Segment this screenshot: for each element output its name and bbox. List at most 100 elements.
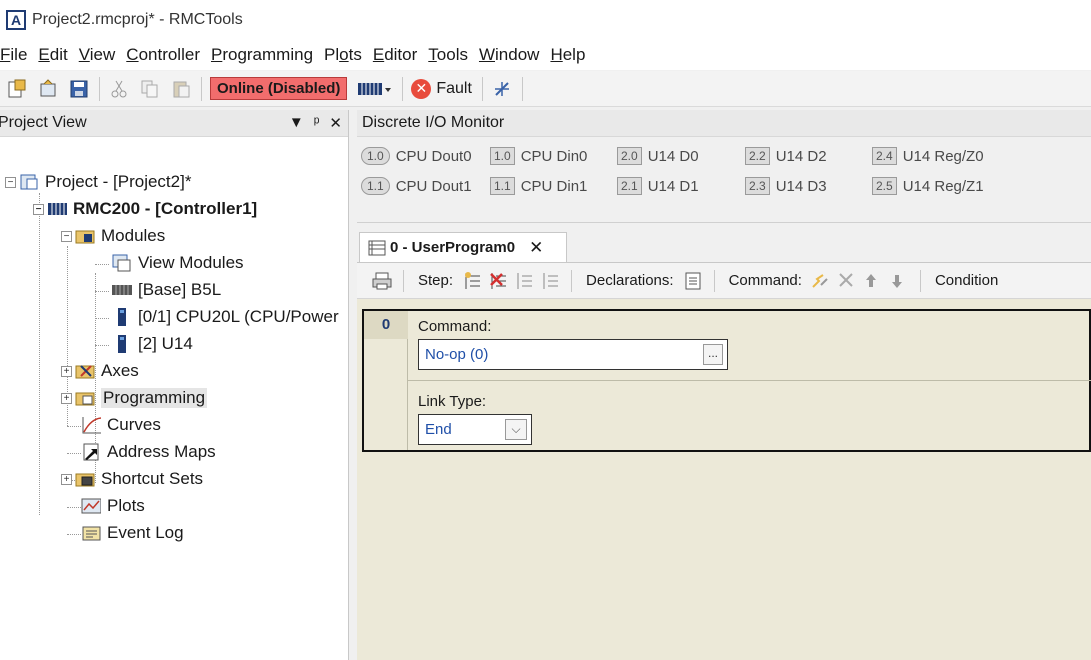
tree-item-event-log[interactable]: Event Log: [81, 521, 184, 545]
toolbar-separator: [919, 269, 921, 292]
app-logo-icon: A: [6, 10, 26, 30]
tab-userprogram0[interactable]: 0 - UserProgram0 ✕: [359, 232, 567, 262]
insert-command-icon[interactable]: [810, 270, 832, 292]
menu-tools[interactable]: Tools: [428, 45, 479, 65]
io-item[interactable]: 2.4 U14 Reg/Z0: [872, 147, 984, 165]
tree-item-cpu[interactable]: [0/1] CPU20L (CPU/Power: [112, 305, 339, 329]
menu-edit[interactable]: Edit: [38, 45, 78, 65]
tree-item-project[interactable]: − Project - [Project2]*: [5, 170, 191, 194]
fault-button[interactable]: ✕ Fault: [411, 78, 472, 99]
controller-tree-icon: [47, 200, 67, 218]
paste-icon[interactable]: [170, 78, 192, 100]
io-item[interactable]: 2.0 U14 D0: [617, 147, 699, 165]
io-item[interactable]: 1.0 CPU Dout0: [361, 147, 472, 165]
io-item[interactable]: 1.0 CPU Din0: [490, 147, 587, 165]
io-badge: 2.4: [872, 147, 897, 165]
io-badge: 2.0: [617, 147, 642, 165]
move-command-down-icon[interactable]: [888, 270, 910, 292]
new-project-icon[interactable]: [6, 78, 28, 100]
close-panel-icon[interactable]: ✕: [329, 114, 342, 132]
toolbar-separator: [481, 76, 483, 101]
move-step-down-icon[interactable]: [539, 270, 561, 292]
toolbar-separator: [403, 269, 404, 292]
program-editor: Step: Declarations: Command: Condition 0…: [357, 262, 1091, 660]
open-project-icon[interactable]: [37, 78, 59, 100]
command-field[interactable]: No-op (0) ...: [418, 339, 728, 370]
toolbar-separator: [99, 76, 100, 101]
io-item[interactable]: 1.1 CPU Din1: [490, 177, 587, 195]
panel-dropdown-icon[interactable]: ▼: [289, 114, 304, 132]
project-view-panel: Project View ▼ ᵖ ✕ − Project - [Project2…: [0, 110, 349, 660]
step-number[interactable]: 0: [364, 311, 408, 339]
move-step-up-icon[interactable]: [513, 270, 535, 292]
collapse-icon[interactable]: −: [5, 176, 16, 188]
tree-item-controller[interactable]: − RMC200 - [Controller1]: [33, 197, 257, 221]
project-icon: [19, 173, 39, 191]
toolbar-separator: [201, 76, 202, 101]
tree-item-address-maps[interactable]: Address Maps: [81, 440, 216, 464]
insert-step-icon[interactable]: [461, 270, 483, 292]
declarations-icon[interactable]: [682, 270, 704, 292]
menu-view[interactable]: View: [79, 45, 127, 65]
io-item[interactable]: 1.1 CPU Dout1: [361, 177, 472, 195]
menu-controller[interactable]: Controller: [126, 45, 211, 65]
step-number-column: 0: [364, 311, 408, 450]
tree-item-curves[interactable]: Curves: [81, 413, 161, 437]
cut-icon[interactable]: [108, 78, 130, 100]
tree-item-base[interactable]: [Base] B5L: [112, 278, 221, 302]
tools-icon[interactable]: [491, 78, 513, 100]
link-type-select[interactable]: End ⌵: [418, 414, 532, 445]
cpu-module-icon: [112, 308, 132, 326]
menu-editor[interactable]: Editor: [373, 45, 428, 65]
io-badge: 2.2: [745, 147, 770, 165]
expand-icon[interactable]: +: [61, 365, 72, 377]
menu-window[interactable]: Window: [479, 45, 550, 65]
delete-step-icon[interactable]: [487, 270, 509, 292]
save-icon[interactable]: [68, 78, 90, 100]
step-0: 0 Command: No-op (0) ... Link Type: End …: [362, 309, 1091, 452]
io-badge: 2.5: [872, 177, 897, 195]
collapse-icon[interactable]: −: [33, 203, 44, 215]
tree-item-u14[interactable]: [2] U14: [112, 332, 193, 356]
menu-help[interactable]: Help: [550, 45, 596, 65]
chevron-down-icon[interactable]: ⌵: [505, 419, 527, 440]
io-item[interactable]: 2.1 U14 D1: [617, 177, 699, 195]
main-toolbar: Online (Disabled) ✕ Fault: [0, 71, 1091, 107]
io-badge: 2.1: [617, 177, 642, 195]
link-type-label: Link Type:: [418, 393, 487, 410]
io-item[interactable]: 2.5 U14 Reg/Z1: [872, 177, 984, 195]
collapse-icon[interactable]: −: [61, 230, 72, 242]
title-bar: A Project2.rmcproj* - RMCTools: [0, 0, 1091, 40]
discrete-io-monitor: Discrete I/O Monitor 1.0 CPU Dout0 1.0 CPU…: [357, 110, 1091, 223]
menu-file[interactable]: File: [0, 45, 38, 65]
menu-plots[interactable]: Plots: [324, 45, 373, 65]
io-module-icon: [112, 335, 132, 353]
expand-icon[interactable]: +: [61, 473, 72, 485]
move-command-up-icon[interactable]: [862, 270, 884, 292]
fault-label: Fault: [436, 79, 472, 97]
online-disabled-button[interactable]: Online (Disabled): [210, 77, 348, 100]
pin-icon[interactable]: ᵖ: [314, 114, 320, 132]
io-item[interactable]: 2.3 U14 D3: [745, 177, 827, 195]
menu-programming[interactable]: Programming: [211, 45, 324, 65]
tree-item-modules[interactable]: − Modules: [61, 224, 165, 248]
expand-icon[interactable]: +: [61, 392, 72, 404]
copy-icon[interactable]: [139, 78, 161, 100]
tree-item-programming[interactable]: + Programming: [61, 386, 208, 410]
view-modules-icon: [112, 254, 132, 272]
discrete-io-title: Discrete I/O Monitor: [357, 110, 1091, 137]
tree-item-axes[interactable]: + Axes: [61, 359, 139, 383]
tree-item-shortcut-sets[interactable]: + Shortcut Sets: [61, 467, 203, 491]
io-item[interactable]: 2.2 U14 D2: [745, 147, 827, 165]
delete-command-icon[interactable]: [836, 270, 858, 292]
tree-item-view-modules[interactable]: View Modules: [112, 251, 244, 275]
command-field-label: Command:: [418, 318, 492, 335]
tree-item-plots[interactable]: Plots: [81, 494, 145, 518]
tab-label: 0 - UserProgram0: [390, 239, 516, 256]
close-tab-icon[interactable]: ✕: [529, 238, 543, 258]
controller-icon[interactable]: [357, 78, 393, 100]
base-module-icon: [112, 281, 132, 299]
print-icon[interactable]: [371, 270, 393, 292]
io-badge: 2.3: [745, 177, 770, 195]
command-browse-button[interactable]: ...: [703, 344, 723, 365]
